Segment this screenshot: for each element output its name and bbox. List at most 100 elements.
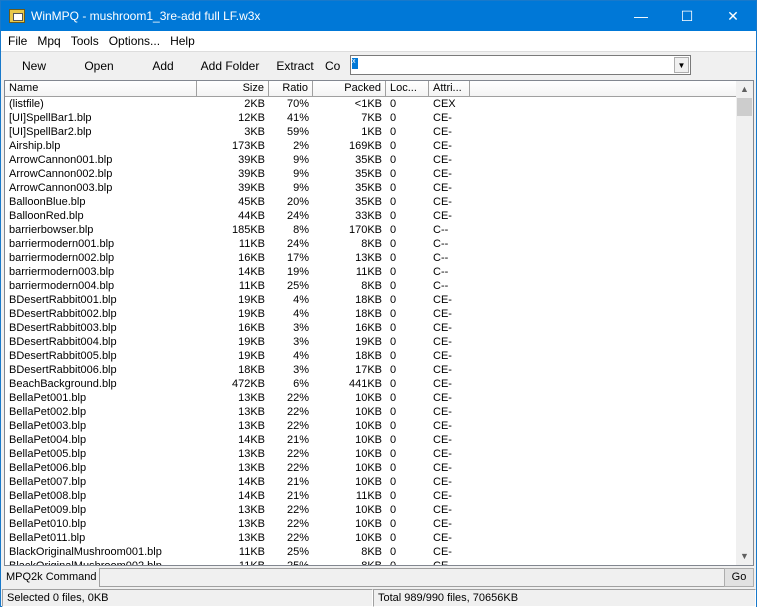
file-list[interactable]: Name Size Ratio Packed Loc... Attri... (… <box>4 80 754 566</box>
table-row[interactable]: barriermodern002.blp 16KB 17% 13KB 0 C-- <box>5 251 470 265</box>
table-row[interactable]: BalloonRed.blp 44KB 24% 33KB 0 CE- <box>5 209 470 223</box>
file-packed: 10KB <box>355 420 382 432</box>
file-packed: 35KB <box>355 168 382 180</box>
file-ratio: 3% <box>293 336 309 348</box>
extract-button[interactable]: Extract <box>265 59 325 73</box>
column-attributes[interactable]: Attri... <box>429 81 470 97</box>
table-row[interactable]: barriermodern001.blp 11KB 24% 8KB 0 C-- <box>5 237 470 251</box>
file-ratio: 24% <box>286 238 309 250</box>
table-row[interactable]: BellaPet006.blp 13KB 22% 10KB 0 CE- <box>5 461 470 475</box>
file-ratio: 3% <box>293 322 309 334</box>
menu-mpq[interactable]: Mpq <box>32 34 65 48</box>
column-size[interactable]: Size <box>197 81 269 97</box>
command-input[interactable] <box>99 568 725 587</box>
table-row[interactable]: BellaPet005.blp 13KB 22% 10KB 0 CE- <box>5 447 470 461</box>
file-name: BDesertRabbit006.blp <box>9 364 117 376</box>
file-size: 2KB <box>244 98 265 110</box>
table-row[interactable]: (listfile) 2KB 70% <1KB 0 CEX <box>5 97 470 111</box>
file-locale: 0 <box>390 294 397 306</box>
table-row[interactable]: BellaPet008.blp 14KB 21% 11KB 0 CE- <box>5 489 470 503</box>
table-row[interactable]: BDesertRabbit005.blp 19KB 4% 18KB 0 CE- <box>5 349 470 363</box>
scroll-thumb[interactable] <box>737 98 752 116</box>
go-button[interactable]: Go <box>724 568 754 587</box>
table-row[interactable]: BellaPet007.blp 14KB 21% 10KB 0 CE- <box>5 475 470 489</box>
column-name[interactable]: Name <box>5 81 197 97</box>
filter-combo[interactable]: x ▼ <box>350 55 691 75</box>
file-size: 19KB <box>238 350 265 362</box>
table-row[interactable]: barrierbowser.blp 185KB 8% 170KB 0 C-- <box>5 223 470 237</box>
add-button[interactable]: Add <box>131 59 195 73</box>
open-button[interactable]: Open <box>67 59 131 73</box>
menu-help[interactable]: Help <box>165 34 200 48</box>
file-packed: 10KB <box>355 434 382 446</box>
file-attributes: C-- <box>433 224 449 236</box>
new-button[interactable]: New <box>1 59 67 73</box>
compact-button[interactable]: Co <box>325 59 345 73</box>
file-packed: 8KB <box>361 546 382 558</box>
file-attributes: CE- <box>433 350 452 362</box>
table-row[interactable]: BeachBackground.blp 472KB 6% 441KB 0 CE- <box>5 377 470 391</box>
table-row[interactable]: BellaPet011.blp 13KB 22% 10KB 0 CE- <box>5 531 470 545</box>
file-name: BellaPet002.blp <box>9 406 87 418</box>
vertical-scrollbar[interactable]: ▲ ▼ <box>736 81 753 565</box>
table-row[interactable]: BDesertRabbit001.blp 19KB 4% 18KB 0 CE- <box>5 293 470 307</box>
table-row[interactable]: barriermodern004.blp 11KB 25% 8KB 0 C-- <box>5 279 470 293</box>
file-ratio: 22% <box>286 406 309 418</box>
file-size: 14KB <box>238 490 265 502</box>
file-packed: 33KB <box>355 210 382 222</box>
scroll-down-icon[interactable]: ▼ <box>736 548 753 565</box>
file-ratio: 59% <box>286 126 309 138</box>
table-row[interactable]: BlackOriginalMushroom001.blp 11KB 25% 8KB 0 C… <box>5 545 470 559</box>
table-row[interactable]: BellaPet001.blp 13KB 22% 10KB 0 CE- <box>5 391 470 405</box>
file-size: 11KB <box>238 280 265 292</box>
file-packed: 18KB <box>355 350 382 362</box>
table-row[interactable]: ArrowCannon002.blp 39KB 9% 35KB 0 CE- <box>5 167 470 181</box>
close-button[interactable]: ✕ <box>710 1 756 31</box>
file-ratio: 21% <box>286 434 309 446</box>
chevron-down-icon[interactable]: ▼ <box>674 57 689 73</box>
table-row[interactable]: BlackOriginalMushroom002.blp 11KB 25% 8KB 0 C… <box>5 559 470 566</box>
file-name: (listfile) <box>9 98 44 110</box>
file-size: 173KB <box>231 140 265 152</box>
table-row[interactable]: BellaPet002.blp 13KB 22% 10KB 0 CE- <box>5 405 470 419</box>
status-selected: Selected 0 files, 0KB <box>2 589 373 607</box>
table-row[interactable]: ArrowCannon003.blp 39KB 9% 35KB 0 CE- <box>5 181 470 195</box>
maximize-button[interactable]: ☐ <box>664 1 710 31</box>
table-row[interactable]: BellaPet009.blp 13KB 22% 10KB 0 CE- <box>5 503 470 517</box>
file-ratio: 4% <box>293 294 309 306</box>
file-name: BellaPet011.blp <box>9 532 86 544</box>
window-title: WinMPQ - mushroom1_3re-add full LF.w3x <box>31 9 261 23</box>
table-row[interactable]: BellaPet004.blp 14KB 21% 10KB 0 CE- <box>5 433 470 447</box>
table-row[interactable]: Airship.blp 173KB 2% 169KB 0 CE- <box>5 139 470 153</box>
file-locale: 0 <box>390 322 397 334</box>
table-row[interactable]: BDesertRabbit004.blp 19KB 3% 19KB 0 CE- <box>5 335 470 349</box>
file-size: 472KB <box>231 378 265 390</box>
table-row[interactable]: [UI]SpellBar2.blp 3KB 59% 1KB 0 CE- <box>5 125 470 139</box>
table-row[interactable]: BellaPet003.blp 13KB 22% 10KB 0 CE- <box>5 419 470 433</box>
table-row[interactable]: BDesertRabbit003.blp 16KB 3% 16KB 0 CE- <box>5 321 470 335</box>
minimize-button[interactable]: — <box>618 1 664 31</box>
column-packed[interactable]: Packed <box>313 81 386 97</box>
table-row[interactable]: BDesertRabbit006.blp 18KB 3% 17KB 0 CE- <box>5 363 470 377</box>
table-row[interactable]: [UI]SpellBar1.blp 12KB 41% 7KB 0 CE- <box>5 111 470 125</box>
menu-file[interactable]: File <box>3 34 32 48</box>
table-row[interactable]: BalloonBlue.blp 45KB 20% 35KB 0 CE- <box>5 195 470 209</box>
table-row[interactable]: barriermodern003.blp 14KB 19% 11KB 0 C-- <box>5 265 470 279</box>
toolbar: New Open Add Add Folder Extract Co x ▼ <box>1 53 756 79</box>
file-name: BlackOriginalMushroom001.blp <box>9 546 162 558</box>
menu-tools[interactable]: Tools <box>66 34 104 48</box>
column-locale[interactable]: Loc... <box>386 81 429 97</box>
file-attributes: CE- <box>433 546 452 558</box>
menu-options[interactable]: Options... <box>104 34 165 48</box>
file-packed: 8KB <box>361 560 382 566</box>
table-row[interactable]: ArrowCannon001.blp 39KB 9% 35KB 0 CE- <box>5 153 470 167</box>
table-row[interactable]: BDesertRabbit002.blp 19KB 4% 18KB 0 CE- <box>5 307 470 321</box>
add-folder-button[interactable]: Add Folder <box>195 59 265 73</box>
filter-value[interactable]: x <box>352 58 358 69</box>
file-size: 39KB <box>238 154 265 166</box>
table-row[interactable]: BellaPet010.blp 13KB 22% 10KB 0 CE- <box>5 517 470 531</box>
command-label: MPQ2k Command <box>6 571 97 583</box>
file-size: 19KB <box>238 294 265 306</box>
scroll-up-icon[interactable]: ▲ <box>736 81 753 98</box>
column-ratio[interactable]: Ratio <box>269 81 313 97</box>
